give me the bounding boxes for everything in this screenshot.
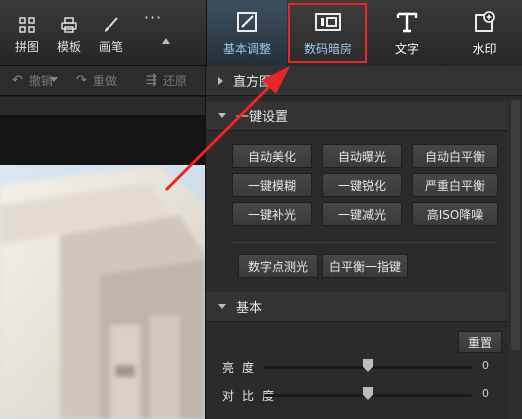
- collage-label: 拼图: [14, 40, 39, 54]
- top-toolbar: 拼图 模板 画笔 ··· 基本调整 数码暗房 文字 水印: [0, 0, 522, 66]
- more-tools[interactable]: ···: [136, 0, 170, 66]
- undo-icon: ↶: [12, 73, 23, 88]
- brightness-value: 0: [482, 359, 489, 372]
- photo-preview: [0, 165, 205, 419]
- printer-icon: [60, 14, 78, 36]
- basic-title: 基本: [236, 301, 263, 316]
- edit-icon: [235, 8, 259, 36]
- scrollbar-thumb[interactable]: [511, 100, 520, 350]
- reset-button[interactable]: 重置: [458, 331, 502, 353]
- section-divider: [230, 242, 496, 243]
- restore-icon: ⇶: [146, 73, 157, 88]
- one-click-reduce-light-button[interactable]: 一键减光: [322, 202, 402, 226]
- chevron-down-icon: [218, 113, 226, 118]
- brightness-handle[interactable]: [363, 359, 373, 372]
- one-click-sharpen-button[interactable]: 一键锐化: [322, 173, 402, 197]
- spot-metering-button[interactable]: 数字点测光: [238, 254, 318, 278]
- one-click-blur-button[interactable]: 一键模糊: [232, 173, 312, 197]
- template-label: 模板: [56, 40, 81, 54]
- panel-scrollbar[interactable]: [508, 100, 522, 419]
- white-balance-picker-button[interactable]: 白平衡一指键: [322, 254, 408, 278]
- image-canvas[interactable]: [0, 97, 205, 419]
- tab-watermark[interactable]: 水印: [447, 0, 522, 66]
- chevron-right-icon: [218, 76, 223, 85]
- brush-label: 画笔: [98, 40, 123, 54]
- high-iso-denoise-button[interactable]: 高ISO降噪: [412, 202, 498, 226]
- redo-label: 重做: [92, 74, 117, 88]
- tab-basic-adjust[interactable]: 基本调整: [207, 0, 287, 66]
- one-click-title: 一键设置: [236, 110, 289, 125]
- tab-text[interactable]: 文字: [368, 0, 446, 66]
- brightness-label: 亮度: [222, 361, 263, 375]
- strict-white-balance-button[interactable]: 严重白平衡: [412, 173, 498, 197]
- expand-triangle-icon: [162, 38, 170, 44]
- chevron-down-icon: [218, 304, 226, 309]
- contrast-handle[interactable]: [363, 387, 373, 400]
- one-click-fill-light-button[interactable]: 一键补光: [232, 202, 312, 226]
- tab-text-label: 文字: [394, 42, 419, 56]
- basic-header[interactable]: 基本: [206, 292, 522, 322]
- tab-watermark-label: 水印: [472, 42, 497, 56]
- auto-white-balance-button[interactable]: 自动白平衡: [412, 144, 498, 168]
- watermark-icon: [473, 8, 497, 36]
- contrast-slider-row: 对比度 0: [206, 384, 506, 406]
- more-dots: ···: [143, 8, 163, 27]
- redo-button[interactable]: ↷ 重做: [76, 72, 117, 89]
- tab-basic-label: 基本调整: [222, 42, 271, 56]
- brightness-slider-row: 亮度 0: [206, 356, 506, 378]
- auto-exposure-button[interactable]: 自动曝光: [322, 144, 402, 168]
- undo-bar: ↶ 撤销 ↷ 重做 ⇶ 还原: [0, 66, 205, 96]
- grid-icon: [18, 14, 36, 36]
- collage-tool[interactable]: 拼图: [10, 0, 44, 66]
- undo-dropdown-icon[interactable]: [50, 77, 58, 82]
- undo-button[interactable]: ↶ 撤销: [12, 72, 53, 89]
- restore-label: 还原: [162, 74, 187, 88]
- adjust-panel: 直方图 一键设置 自动美化 自动曝光 自动白平衡 一键模糊 一键锐化 严重白平衡…: [206, 66, 522, 419]
- canvas-top-strip: [0, 97, 205, 115]
- histogram-title: 直方图: [233, 75, 273, 90]
- histogram-header[interactable]: 直方图: [206, 66, 522, 96]
- brush-tool[interactable]: 画笔: [94, 0, 128, 66]
- contrast-value: 0: [482, 387, 489, 400]
- highlight-box: [288, 3, 367, 63]
- restore-button[interactable]: ⇶ 还原: [146, 72, 187, 89]
- auto-beautify-button[interactable]: 自动美化: [232, 144, 312, 168]
- brush-icon: [102, 14, 120, 36]
- text-icon: [395, 8, 419, 36]
- template-tool[interactable]: 模板: [52, 0, 86, 66]
- one-click-header[interactable]: 一键设置: [206, 101, 522, 131]
- redo-icon: ↷: [76, 73, 87, 88]
